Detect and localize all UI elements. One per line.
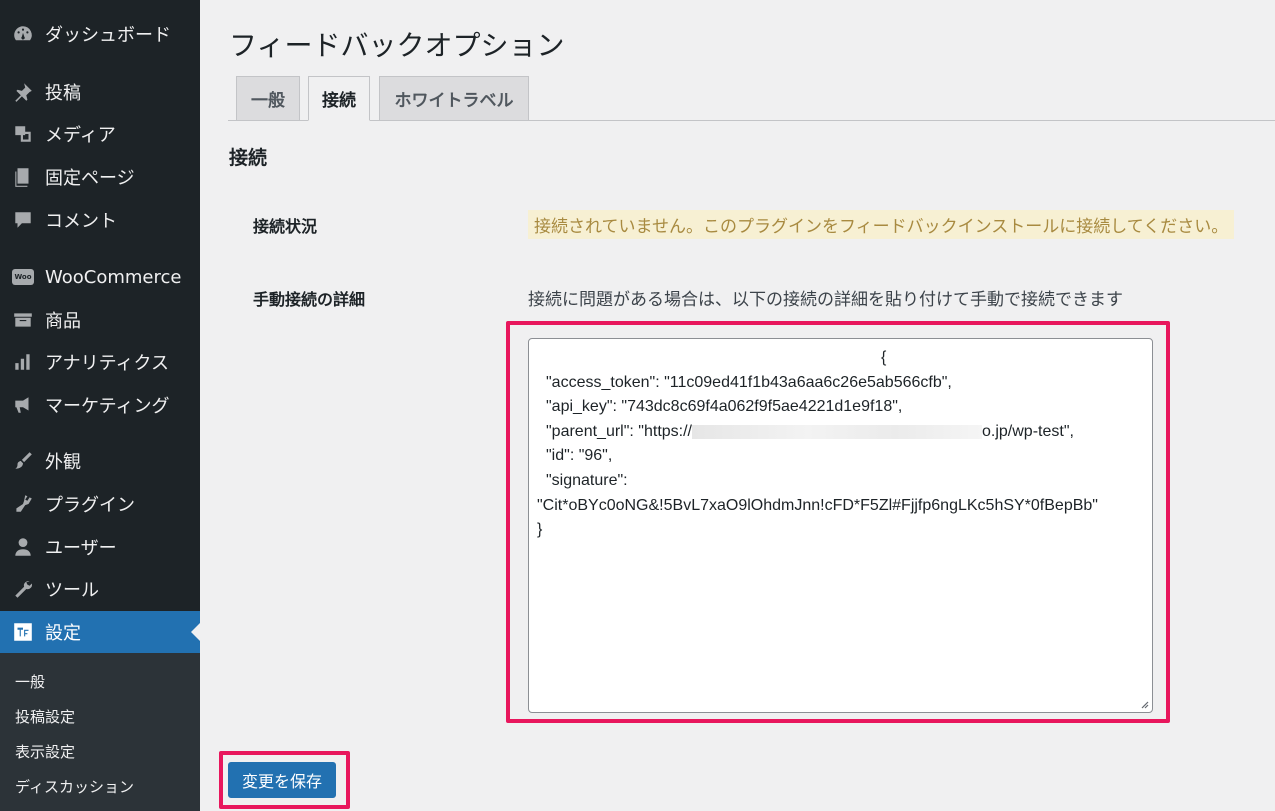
submenu-item-reading[interactable]: 表示設定 bbox=[15, 741, 75, 762]
menu-item-products[interactable]: 商品 bbox=[0, 300, 200, 340]
json-line: "access_token": "11c09ed41f1b43a6aa6c26e… bbox=[546, 374, 952, 391]
menu-label: WooCommerce bbox=[45, 266, 182, 288]
resize-grip-icon[interactable] bbox=[1139, 699, 1149, 709]
menu-label: ツール bbox=[45, 580, 99, 601]
media-icon bbox=[11, 122, 35, 146]
menu-item-media[interactable]: メディア bbox=[0, 114, 200, 154]
user-icon bbox=[11, 535, 35, 559]
bar-chart-icon bbox=[11, 350, 35, 374]
wrench-icon bbox=[11, 577, 35, 601]
menu-item-pages[interactable]: 固定ページ bbox=[0, 157, 200, 197]
pages-icon bbox=[11, 165, 35, 189]
active-indicator bbox=[191, 623, 200, 641]
tab-connection[interactable]: 接続 bbox=[308, 76, 370, 121]
menu-item-posts[interactable]: 投稿 bbox=[0, 72, 200, 112]
menu-label: メディア bbox=[45, 125, 116, 146]
menu-item-woocommerce[interactable]: Woo WooCommerce bbox=[0, 257, 200, 297]
menu-label: 設定 bbox=[45, 623, 81, 644]
menu-label: マーケティング bbox=[45, 396, 170, 417]
menu-label: アナリティクス bbox=[45, 353, 170, 374]
menu-item-users[interactable]: ユーザー bbox=[0, 527, 200, 567]
settings-icon bbox=[11, 620, 35, 644]
menu-item-marketing[interactable]: マーケティング bbox=[0, 385, 200, 425]
json-line: "id": "96", bbox=[546, 447, 613, 464]
menu-item-appearance[interactable]: 外観 bbox=[0, 441, 200, 481]
connection-details-textarea[interactable]: { "access_token": "11c09ed41f1b43a6aa6c2… bbox=[528, 338, 1153, 713]
submenu-item-general[interactable]: 一般 bbox=[15, 671, 45, 692]
manual-connection-description: 接続に問題がある場合は、以下の接続の詳細を貼り付けて手動で接続できます bbox=[528, 290, 1123, 310]
menu-label: プラグイン bbox=[45, 495, 135, 516]
parent-url-suffix: o.jp/wp-test", bbox=[982, 423, 1074, 440]
submenu-item-discussion[interactable]: ディスカッション bbox=[15, 776, 134, 797]
tab-white-label[interactable]: ホワイトラベル bbox=[379, 76, 529, 121]
menu-item-comments[interactable]: コメント bbox=[0, 200, 200, 240]
menu-label: 固定ページ bbox=[45, 168, 135, 189]
menu-item-plugins[interactable]: プラグイン bbox=[0, 484, 200, 524]
megaphone-icon bbox=[11, 393, 35, 417]
connection-status-notice: 接続されていません。このプラグインをフィードバックインストールに接続してください… bbox=[528, 210, 1235, 239]
menu-label: ユーザー bbox=[45, 538, 117, 559]
plugin-icon bbox=[11, 492, 35, 516]
json-line-parent-url: "parent_url": "https:// o.jp/wp-test", bbox=[546, 423, 1074, 441]
json-line: "Cit*oBYc0oNG&!5BvL7xaO9lOhdmJnn!cFD*F5Z… bbox=[537, 497, 1098, 514]
settings-submenu: 一般 投稿設定 表示設定 ディスカッション bbox=[0, 653, 200, 811]
json-line: "signature": bbox=[546, 472, 628, 489]
redacted-url-blur bbox=[692, 424, 982, 439]
dashboard-icon bbox=[11, 22, 35, 46]
menu-label: 外観 bbox=[45, 452, 81, 473]
save-changes-button[interactable]: 変更を保存 bbox=[228, 762, 336, 798]
menu-label: 商品 bbox=[45, 311, 81, 332]
woo-badge: Woo bbox=[12, 269, 34, 285]
menu-item-analytics[interactable]: アナリティクス bbox=[0, 342, 200, 382]
pin-icon bbox=[11, 80, 35, 104]
menu-label: コメント bbox=[45, 211, 117, 232]
menu-label: 投稿 bbox=[45, 83, 81, 104]
page-title: フィードバックオプション bbox=[229, 29, 565, 62]
parent-url-prefix: "parent_url": "https:// bbox=[546, 423, 692, 440]
comment-icon bbox=[11, 208, 35, 232]
manual-connection-label: 手動接続の詳細 bbox=[253, 290, 366, 309]
json-line: } bbox=[537, 521, 543, 538]
json-line: "api_key": "743dc8c69f4a062f9f5ae4221d1e… bbox=[546, 398, 903, 415]
menu-item-dashboard[interactable]: ダッシュボード bbox=[0, 14, 200, 54]
connection-status-label: 接続状況 bbox=[253, 217, 318, 236]
submenu-item-writing[interactable]: 投稿設定 bbox=[15, 706, 75, 727]
woo-icon: Woo bbox=[11, 265, 35, 289]
archive-icon bbox=[11, 308, 35, 332]
paintbrush-icon bbox=[11, 449, 35, 473]
menu-item-tools[interactable]: ツール bbox=[0, 569, 200, 609]
tab-general[interactable]: 一般 bbox=[236, 76, 300, 121]
menu-item-settings[interactable]: 設定 bbox=[0, 611, 200, 653]
admin-sidebar: ダッシュボード 投稿 メディア 固定ページ コメント Woo WooCommer… bbox=[0, 0, 200, 811]
menu-label: ダッシュボード bbox=[45, 25, 171, 46]
section-title: 接続 bbox=[229, 147, 268, 169]
json-line: { bbox=[881, 349, 887, 366]
